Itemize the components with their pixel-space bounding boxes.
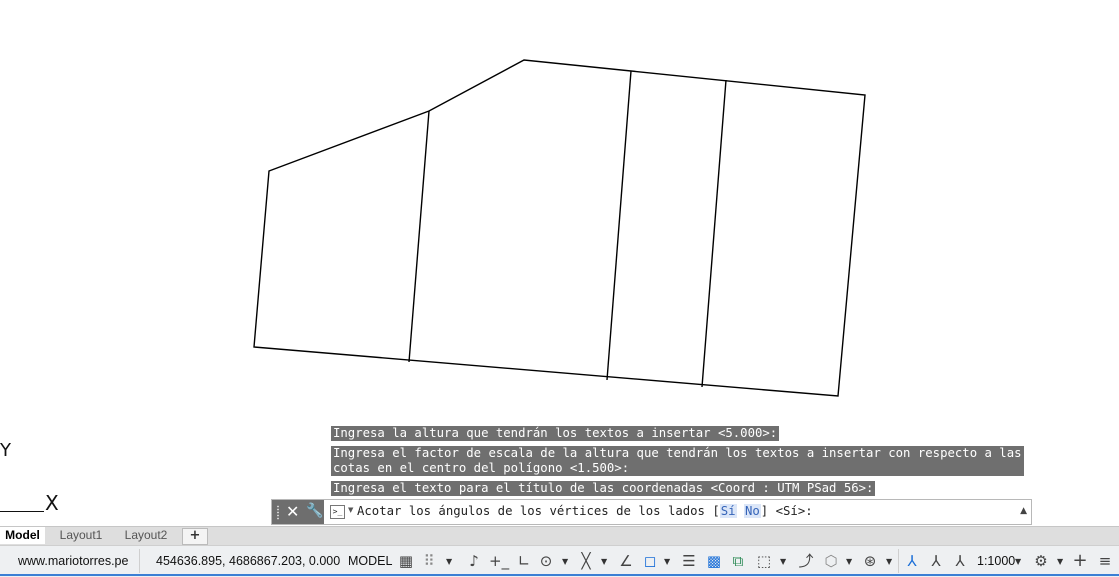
transparency-icon[interactable]: ▩ xyxy=(705,552,723,570)
wrench-icon[interactable]: 🔧 xyxy=(306,503,323,519)
dynamic-ucs-icon[interactable]: ⤴ xyxy=(797,552,815,570)
chevron-down-icon[interactable]: ▼ xyxy=(348,506,353,514)
ucs-x-axis-line xyxy=(0,511,44,512)
3d-object-snap-icon[interactable]: ⬚ xyxy=(755,552,773,570)
command-line-grip[interactable]: ✕ 🔧 xyxy=(272,500,324,524)
gear-icon[interactable]: ⚙ xyxy=(1032,552,1050,570)
command-prompt-icon[interactable]: >_ xyxy=(330,505,345,519)
command-input[interactable]: Acotar los ángulos de los vértices de lo… xyxy=(357,504,813,518)
command-history-line: Ingresa el texto para el título de las c… xyxy=(331,481,876,496)
command-prompt-default: ] <Sí>: xyxy=(760,504,813,518)
annotation-scale-icon[interactable]: ⅄ xyxy=(951,552,969,570)
snap-icon[interactable]: ⠿ xyxy=(421,552,437,570)
chevron-down-icon[interactable]: ▼ xyxy=(1057,557,1063,566)
watermark-text: www.mariotorres.pe xyxy=(18,554,129,568)
tab-model[interactable]: Model xyxy=(0,527,45,544)
customize-icon[interactable]: ≡ xyxy=(1097,552,1113,570)
lineweight-icon[interactable]: ☰ xyxy=(680,552,698,570)
option-yes[interactable]: Sí xyxy=(719,504,737,518)
annotation-scale-value[interactable]: 1:1000 xyxy=(977,554,1015,568)
ucs-y-axis-label: Y xyxy=(0,440,11,461)
command-prompt-text: Acotar los ángulos de los vértices de lo… xyxy=(357,504,720,518)
chevron-down-icon[interactable]: ▼ xyxy=(446,557,452,566)
divider xyxy=(139,549,140,573)
polygon-outline[interactable] xyxy=(253,59,866,397)
isodraft-icon[interactable]: ╳ xyxy=(577,552,595,570)
ortho-icon[interactable]: ∟ xyxy=(515,552,533,570)
chevron-down-icon[interactable]: ▼ xyxy=(846,557,852,566)
model-space-button[interactable]: MODEL xyxy=(348,554,392,568)
close-icon[interactable]: ✕ xyxy=(286,502,299,521)
gizmo-icon[interactable]: ⊛ xyxy=(861,552,879,570)
object-snap-icon[interactable]: ◻ xyxy=(641,552,659,570)
option-no[interactable]: No xyxy=(743,504,761,518)
infer-constraints-icon[interactable]: ♪ xyxy=(466,552,482,570)
dynamic-input-icon[interactable]: +_ xyxy=(489,552,509,570)
chevron-down-icon[interactable]: ▼ xyxy=(780,557,786,566)
add-layout-button[interactable]: + xyxy=(182,528,208,545)
chevron-down-icon[interactable]: ▼ xyxy=(1015,557,1021,566)
division-line-1[interactable] xyxy=(408,110,430,363)
chevron-down-icon[interactable]: ▼ xyxy=(562,557,568,566)
coordinates-readout[interactable]: 454636.895, 4686867.203, 0.000 xyxy=(156,554,340,568)
chevron-down-icon[interactable]: ▼ xyxy=(886,557,892,566)
grid-icon[interactable]: ▦ xyxy=(398,552,414,570)
annotation-visibility-icon[interactable]: ⅄ xyxy=(903,552,921,570)
division-line-3[interactable] xyxy=(701,79,727,388)
command-history-toggle-icon[interactable]: ▲ xyxy=(1020,506,1027,516)
tab-layout2[interactable]: Layout2 xyxy=(117,527,175,544)
ucs-x-axis-label: X xyxy=(45,491,59,515)
plus-icon[interactable]: + xyxy=(1071,552,1089,570)
selection-filter-icon[interactable]: ⬡ xyxy=(822,552,840,570)
layout-tab-bar: Model Layout1 Layout2 + xyxy=(0,526,1119,545)
command-history-line: Ingresa la altura que tendrán los textos… xyxy=(331,426,780,441)
command-line[interactable]: ✕ 🔧 >_ ▼ Acotar los ángulos de los vérti… xyxy=(271,499,1032,525)
chevron-down-icon[interactable]: ▼ xyxy=(601,557,607,566)
grip-handle[interactable] xyxy=(276,505,280,520)
auto-scale-icon[interactable]: ⅄ xyxy=(927,552,945,570)
polar-tracking-icon[interactable]: ⊙ xyxy=(537,552,555,570)
chevron-down-icon[interactable]: ▼ xyxy=(664,557,670,566)
status-bar: www.mariotorres.pe 454636.895, 4686867.2… xyxy=(0,545,1119,577)
command-history-line: Ingresa el factor de escala de la altura… xyxy=(331,446,1024,476)
object-snap-tracking-icon[interactable]: ∠ xyxy=(617,552,635,570)
division-line-2[interactable] xyxy=(606,70,632,381)
tab-layout1[interactable]: Layout1 xyxy=(52,527,110,544)
selection-cycling-icon[interactable]: ⧉ xyxy=(729,552,747,570)
divider xyxy=(898,549,899,573)
